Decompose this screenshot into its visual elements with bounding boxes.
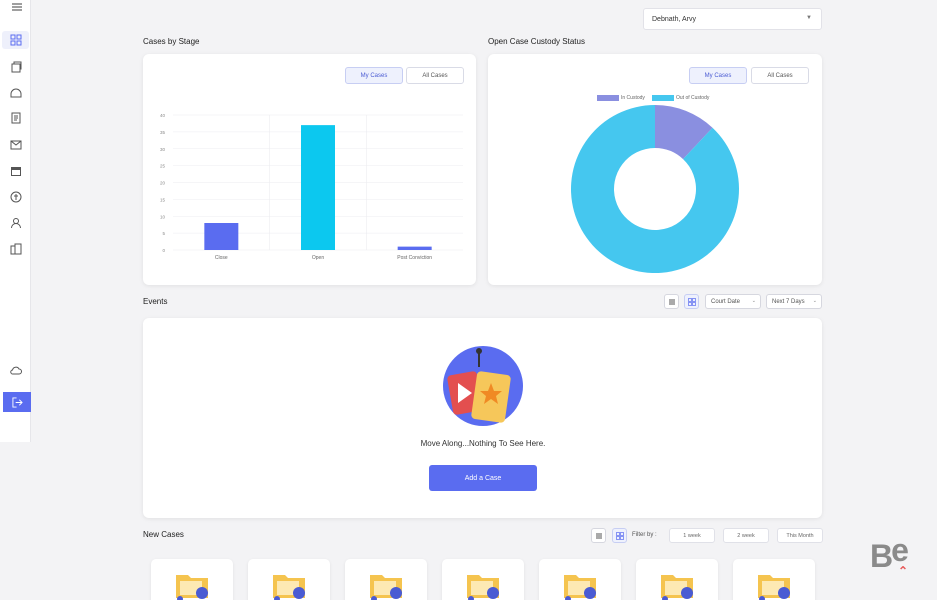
- logout-icon: [11, 396, 23, 408]
- list-view-button[interactable]: [664, 294, 679, 309]
- events-title: Events: [143, 297, 168, 306]
- case-folder-icon: [564, 575, 596, 600]
- case-folder-icon: [467, 575, 499, 600]
- date-range-value: Next 7 Days: [772, 298, 805, 305]
- reports-icon[interactable]: [9, 242, 23, 256]
- cases-by-stage-title: Cases by Stage: [143, 37, 200, 46]
- x-tick-label: Post Conviction: [397, 255, 432, 261]
- cloud-icon[interactable]: [9, 364, 23, 378]
- new-cases-grid-view-button[interactable]: [612, 528, 627, 543]
- date-range-select[interactable]: Next 7 Days ⌄: [766, 294, 822, 309]
- grid-icon: [687, 297, 696, 306]
- case-folder-icon: [758, 575, 790, 600]
- custody-title: Open Case Custody Status: [488, 37, 585, 46]
- case-folder-icon: [370, 575, 402, 600]
- new-case-card[interactable]: [345, 559, 427, 600]
- x-tick-label: Close: [215, 255, 228, 261]
- case-folder-icon: [176, 575, 208, 600]
- sidebar: [0, 0, 31, 442]
- grid-view-button[interactable]: [684, 294, 699, 309]
- user-select[interactable]: Debnath, Arvy ▼: [643, 8, 822, 30]
- y-tick-label: 35: [160, 130, 166, 135]
- clients-icon[interactable]: [9, 86, 23, 100]
- user-select-value: Debnath, Arvy: [652, 15, 696, 23]
- behance-watermark-logo: Be ⌃: [870, 532, 909, 578]
- y-tick-label: 30: [160, 147, 166, 152]
- custody-card: My Cases All Cases In Custody Out of Cus…: [488, 54, 822, 285]
- filter-1-week[interactable]: 1 week: [669, 528, 715, 543]
- logout-button[interactable]: [3, 392, 31, 412]
- billing-icon[interactable]: [9, 190, 23, 204]
- new-case-card[interactable]: [151, 559, 233, 600]
- y-tick-label: 25: [160, 164, 166, 169]
- list-icon: [668, 298, 676, 306]
- add-case-button[interactable]: Add a Case: [429, 465, 537, 491]
- donut-chart: [571, 105, 739, 273]
- empty-state-illustration: [443, 346, 523, 426]
- y-tick-label: 20: [160, 181, 166, 186]
- y-tick-label: 15: [160, 197, 166, 202]
- y-tick-label: 10: [160, 214, 166, 219]
- empty-state-message: Move Along...Nothing To See Here.: [420, 439, 546, 448]
- menu-icon[interactable]: [10, 0, 24, 14]
- bar-open: [301, 125, 335, 250]
- x-tick-label: Open: [312, 255, 324, 261]
- users-icon[interactable]: [9, 216, 23, 230]
- date-type-value: Court Date: [711, 298, 741, 305]
- case-folder-icon: [661, 575, 693, 600]
- cases-by-stage-card: My Cases All Cases 0 5 10 15 20 25 30 35 40 Close…: [143, 54, 476, 285]
- date-type-select[interactable]: Court Date ⌄: [705, 294, 761, 309]
- y-tick-label: 0: [162, 248, 165, 253]
- new-case-card[interactable]: [442, 559, 524, 600]
- case-folder-icon: [273, 575, 305, 600]
- dashboard-icon[interactable]: [9, 33, 23, 47]
- y-tick-label: 5: [162, 231, 165, 236]
- filter-this-month[interactable]: This Month: [777, 528, 823, 543]
- bar-post-conviction: [397, 246, 432, 250]
- chevron-down-icon: ⌄: [812, 298, 817, 304]
- new-cases-title: New Cases: [143, 530, 184, 539]
- new-cases-list-view-button[interactable]: [591, 528, 606, 543]
- donut-slice-out-of-custody: [571, 105, 739, 273]
- documents-icon[interactable]: [9, 111, 23, 125]
- filter-by-label: Filter by :: [632, 532, 657, 538]
- new-case-card[interactable]: [636, 559, 718, 600]
- y-tick-label: 40: [160, 113, 166, 118]
- new-case-card[interactable]: [248, 559, 330, 600]
- calendar-icon[interactable]: [9, 164, 23, 178]
- list-icon: [595, 532, 603, 540]
- bar-chart: 0 5 10 15 20 25 30 35 40 Close Open Post Conviction: [160, 113, 463, 261]
- filter-2-week[interactable]: 2 week: [723, 528, 769, 543]
- cases-icon[interactable]: [9, 60, 23, 74]
- bar-close: [204, 223, 239, 250]
- mail-icon[interactable]: [9, 138, 23, 152]
- chevron-down-icon: ⌄: [751, 298, 756, 304]
- new-case-card[interactable]: [733, 559, 815, 600]
- new-case-card[interactable]: [539, 559, 621, 600]
- chevron-down-icon: ▼: [806, 15, 812, 21]
- grid-icon: [615, 531, 624, 540]
